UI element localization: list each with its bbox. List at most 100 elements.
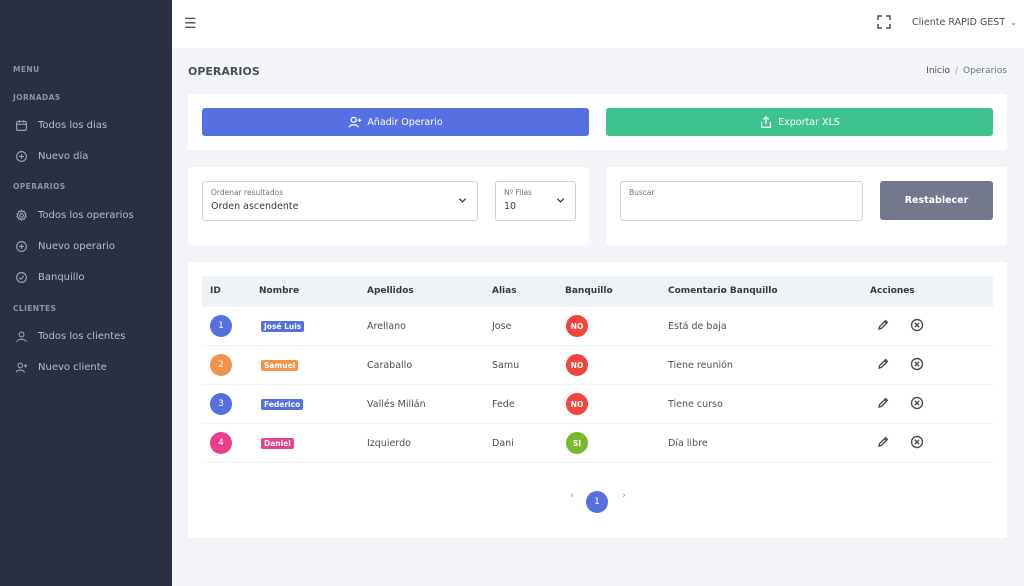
- row-apellidos: Vallés Millán: [367, 399, 426, 410]
- row-id-badge: 2: [210, 354, 232, 376]
- breadcrumb-separator: /: [955, 66, 959, 76]
- pencil-icon[interactable]: [876, 396, 890, 410]
- rows-label: Nº Filas: [504, 188, 532, 197]
- row-name-badge: Samuel: [261, 360, 299, 371]
- rows-select[interactable]: Nº Filas 10: [495, 181, 576, 221]
- row-apellidos: Caraballo: [367, 360, 413, 371]
- sidebar-item-label: Todos los dias: [38, 119, 108, 131]
- row-comentario: Día libre: [668, 438, 708, 449]
- table-card: ID Nombre Apellidos Alias Banquillo Come…: [188, 262, 1007, 538]
- row-id-badge: 1: [210, 315, 232, 337]
- sidebar-item-nuevo-operario[interactable]: Nuevo operario: [14, 236, 115, 256]
- search-input[interactable]: Buscar: [620, 181, 863, 221]
- pagination-current: 1: [586, 491, 608, 513]
- actions-card: Añadir Operario Exportar XLS: [188, 94, 1007, 150]
- sidebar-item-label: Nuevo cliente: [38, 361, 107, 373]
- pagination-prev[interactable]: ‹: [567, 491, 577, 501]
- sidebar-item-todos-los-clientes[interactable]: Todos los clientes: [14, 326, 126, 346]
- row-alias: Dani: [492, 438, 514, 449]
- sidebar-section-jornadas: JORNADAS: [13, 93, 61, 102]
- export-xls-button[interactable]: Exportar XLS: [606, 108, 993, 136]
- sidebar-item-label: Nuevo operario: [38, 240, 116, 252]
- pencil-icon[interactable]: [876, 357, 890, 371]
- close-circle-icon[interactable]: [910, 318, 924, 332]
- search-card: Buscar Restablecer: [606, 167, 1007, 245]
- row-banquillo-badge: NO: [566, 315, 588, 337]
- close-circle-icon[interactable]: [910, 396, 924, 410]
- row-alias: Jose: [492, 321, 512, 332]
- breadcrumb-home[interactable]: Inicio: [926, 66, 950, 76]
- sidebar-item-banquillo[interactable]: Banquillo: [14, 267, 84, 287]
- pencil-icon[interactable]: [876, 318, 890, 332]
- sidebar-item-label: Banquillo: [38, 271, 85, 283]
- sidebar-item-label: Todos los operarios: [38, 209, 134, 221]
- pagination-next[interactable]: ›: [619, 491, 629, 501]
- row-apellidos: Izquierdo: [367, 438, 411, 449]
- sidebar-section-clientes: CLIENTES: [13, 304, 57, 313]
- chevron-down-icon: [458, 198, 467, 203]
- col-alias: Alias: [492, 286, 517, 296]
- table-row: 3 Federico Vallés Millán Fede NO Tiene c…: [202, 385, 993, 424]
- add-operario-button[interactable]: Añadir Operario: [202, 108, 589, 136]
- export-icon: [761, 115, 772, 128]
- page-title: OPERARIOS: [188, 65, 260, 78]
- pagination-page-1[interactable]: 1: [586, 491, 608, 513]
- table-header: ID Nombre Apellidos Alias Banquillo Come…: [202, 276, 993, 307]
- export-xls-label: Exportar XLS: [778, 116, 840, 128]
- close-circle-icon[interactable]: [910, 357, 924, 371]
- plus-circle-icon: [14, 149, 28, 163]
- row-name-badge: Daniel: [261, 438, 294, 449]
- user-icon: [14, 329, 28, 343]
- breadcrumb: Inicio / Operarios: [926, 66, 1007, 76]
- col-banquillo: Banquillo: [565, 286, 613, 296]
- col-comentario: Comentario Banquillo: [668, 286, 778, 296]
- calendar-icon: [14, 118, 28, 132]
- reset-button[interactable]: Restablecer: [880, 181, 993, 220]
- sidebar-item-nuevo-cliente[interactable]: Nuevo cliente: [14, 357, 107, 377]
- row-id-badge: 3: [210, 393, 232, 415]
- col-acciones: Acciones: [870, 286, 915, 296]
- rows-value: 10: [504, 201, 517, 212]
- hamburger-icon[interactable]: ☰: [184, 16, 197, 32]
- fullscreen-icon[interactable]: [877, 15, 891, 29]
- col-apellidos: Apellidos: [367, 286, 414, 296]
- order-label: Ordenar resultados: [211, 188, 284, 197]
- col-nombre: Nombre: [259, 286, 300, 296]
- row-name-badge: Federico: [261, 399, 304, 410]
- chevron-down-icon: [556, 198, 565, 203]
- table-row: 4 Daniel Izquierdo Dani SI Día libre: [202, 424, 993, 463]
- row-comentario: Tiene reunión: [668, 360, 733, 371]
- row-alias: Samu: [492, 360, 520, 371]
- add-operario-label: Añadir Operario: [367, 116, 443, 128]
- user-menu[interactable]: Cliente RAPID GEST ⌄: [912, 17, 1017, 28]
- table-row: 2 Samuel Caraballo Samu NO Tiene reunión: [202, 346, 993, 385]
- row-id-badge: 4: [210, 432, 232, 454]
- sidebar-item-nuevo-dia[interactable]: Nuevo día: [14, 146, 88, 166]
- row-comentario: Tiene curso: [668, 399, 723, 410]
- sort-card: Ordenar resultados Orden ascendente Nº F…: [188, 167, 589, 245]
- user-name: Cliente RAPID GEST: [912, 17, 1006, 28]
- sidebar-item-label: Nuevo día: [38, 150, 89, 162]
- row-banquillo-badge: NO: [566, 393, 588, 415]
- sidebar-section-menu: MENU: [13, 65, 40, 74]
- row-banquillo-badge: SI: [566, 432, 588, 454]
- sidebar-section-operarios: OPERARIOS: [13, 182, 66, 191]
- search-label: Buscar: [629, 188, 655, 197]
- sidebar-item-label: Todos los clientes: [38, 330, 126, 342]
- sidebar-item-todos-los-operarios[interactable]: Todos los operarios: [14, 205, 134, 225]
- order-select[interactable]: Ordenar resultados Orden ascendente: [202, 181, 478, 221]
- row-banquillo-badge: NO: [566, 354, 588, 376]
- col-id: ID: [210, 286, 221, 296]
- breadcrumb-current: Operarios: [963, 66, 1007, 76]
- gear-icon: [14, 208, 28, 222]
- plus-circle-icon: [14, 239, 28, 253]
- order-value: Orden ascendente: [211, 201, 299, 212]
- pencil-icon[interactable]: [876, 435, 890, 449]
- row-name-badge: José Luis: [261, 321, 305, 332]
- user-plus-icon: [14, 360, 28, 374]
- topbar: ☰ Cliente RAPID GEST ⌄: [172, 0, 1024, 48]
- row-alias: Fede: [492, 399, 515, 410]
- row-apellidos: Arellano: [367, 321, 406, 332]
- close-circle-icon[interactable]: [910, 435, 924, 449]
- sidebar-item-todos-los-dias[interactable]: Todos los dias: [14, 115, 107, 135]
